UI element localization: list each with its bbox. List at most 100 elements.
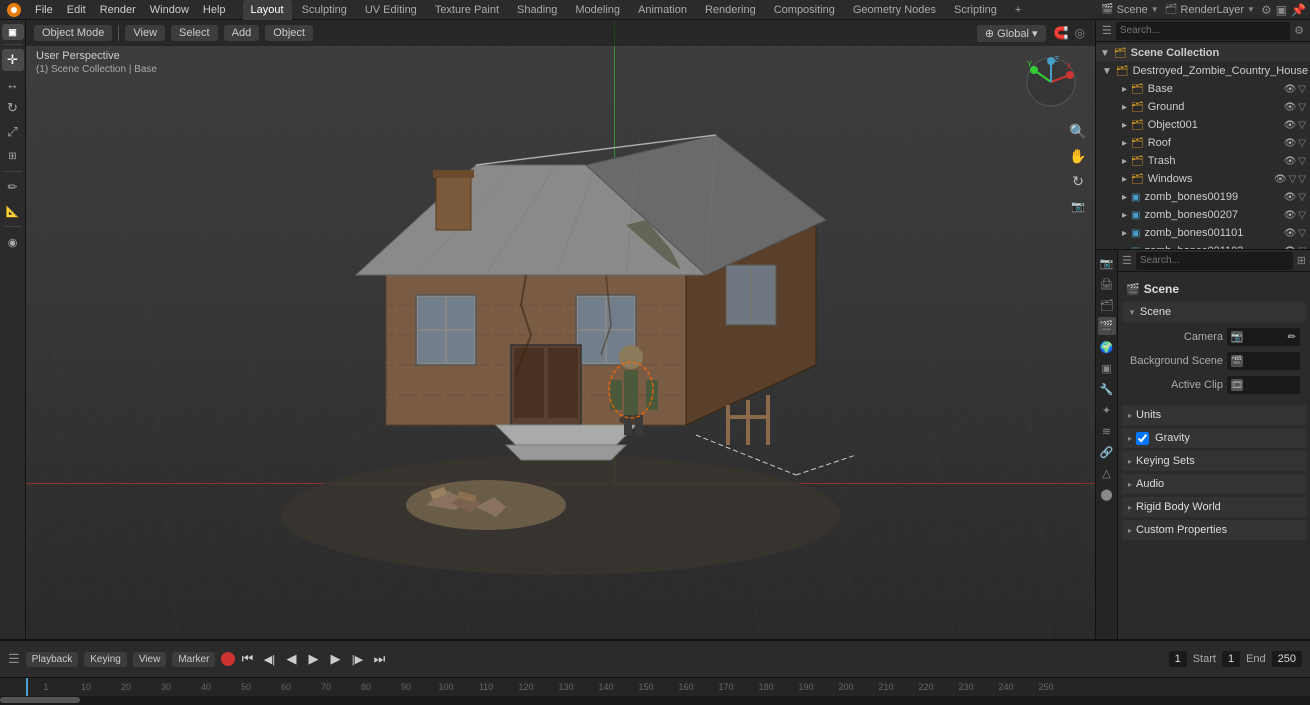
view-menu-btn[interactable]: View xyxy=(125,25,165,41)
constraints-tab[interactable]: 🔗 xyxy=(1098,443,1116,461)
filter-icon[interactable]: ▽ xyxy=(1298,84,1306,95)
active-clip-value[interactable]: 🎞 xyxy=(1227,376,1300,394)
workspace-layout[interactable]: Layout xyxy=(243,0,292,20)
start-frame-input[interactable]: 1 xyxy=(1222,651,1240,667)
visibility-icon[interactable]: 👁 xyxy=(1284,192,1297,203)
object-props-tab[interactable]: ▣ xyxy=(1098,359,1116,377)
timeline-menu-icon[interactable]: ☰ xyxy=(8,651,20,667)
visibility-icon[interactable]: 👁 xyxy=(1284,228,1297,239)
step-prev-btn[interactable]: ◀ xyxy=(281,649,301,669)
workspace-animation[interactable]: Animation xyxy=(630,0,695,20)
marker-dropdown[interactable]: Marker xyxy=(172,652,215,667)
visibility-icon[interactable]: 👁 xyxy=(1284,102,1297,113)
blender-logo[interactable] xyxy=(4,0,24,20)
play-btn[interactable]: ▶ xyxy=(303,649,323,669)
viewport-gizmo[interactable]: X Y Z xyxy=(1024,55,1079,110)
object-data-tab[interactable]: △ xyxy=(1098,464,1116,482)
render-layer-selector[interactable]: 🗂 RenderLayer ▼ xyxy=(1165,4,1255,16)
add-object-tool[interactable]: ◉ xyxy=(2,231,24,253)
gravity-section-header[interactable]: ▸ Gravity xyxy=(1122,428,1306,448)
workspace-scripting[interactable]: Scripting xyxy=(946,0,1005,20)
menu-help[interactable]: Help xyxy=(196,0,233,20)
move-tool[interactable]: ↔ xyxy=(2,73,24,95)
menu-edit[interactable]: Edit xyxy=(60,0,93,20)
menu-file[interactable]: File xyxy=(28,0,60,20)
proportional-edit[interactable]: ◎ xyxy=(1073,24,1087,42)
visibility-icon[interactable]: 👁 xyxy=(1284,138,1297,149)
menu-window[interactable]: Window xyxy=(143,0,196,20)
outliner-item-base[interactable]: ▸ 🗂 Base 👁 ▽ xyxy=(1096,80,1310,98)
jump-next-keyframe-btn[interactable]: |▶ xyxy=(347,649,367,669)
pin-icon[interactable]: 📌 xyxy=(1291,3,1306,17)
keying-sets-header[interactable]: ▸ Keying Sets xyxy=(1122,451,1306,471)
workspace-geometry-nodes[interactable]: Geometry Nodes xyxy=(845,0,944,20)
snap-toggle[interactable]: 🧲 xyxy=(1052,24,1071,42)
scene-props-tab[interactable]: 🎬 xyxy=(1098,317,1116,335)
viewport-3d[interactable]: Object Mode View Select Add Object ⊕ Glo… xyxy=(26,20,1095,639)
filter-icon[interactable]: ▽ xyxy=(1298,246,1306,250)
outliner-item-object001[interactable]: ▸ 🗂 Object001 👁 ▽ xyxy=(1096,116,1310,134)
workspace-shading[interactable]: Modeling xyxy=(567,0,628,20)
menu-render[interactable]: Render xyxy=(93,0,143,20)
outliner-search-input[interactable] xyxy=(1116,22,1290,40)
props-pin-icon[interactable]: ⊞ xyxy=(1297,254,1306,267)
scene-collection-item[interactable]: ▼ 🗂 Scene Collection xyxy=(1096,44,1310,62)
add-workspace-button[interactable]: + xyxy=(1007,0,1029,20)
view-dropdown[interactable]: View xyxy=(133,652,167,667)
jump-start-btn[interactable]: ⏮ xyxy=(237,649,257,669)
workspace-compositing[interactable]: Compositing xyxy=(766,0,843,20)
outliner-item-roof[interactable]: ▸ 🗂 Roof 👁 ▽ xyxy=(1096,134,1310,152)
physics-tab[interactable]: ≋ xyxy=(1098,422,1116,440)
outliner-item-windows[interactable]: ▸ 🗂 Windows 👁 ▽ ▽ xyxy=(1096,170,1310,188)
workspace-uv-editing[interactable]: Texture Paint xyxy=(427,0,507,20)
outliner-item-zomb1101[interactable]: ▸ ▣ zomb_bones001101 👁 ▽ xyxy=(1096,224,1310,242)
modifier-props-tab[interactable]: 🔧 xyxy=(1098,380,1116,398)
rigid-body-header[interactable]: ▸ Rigid Body World xyxy=(1122,497,1306,517)
visibility-icon[interactable]: 👁 xyxy=(1274,174,1287,185)
outliner-item-destroyed[interactable]: ▼ 🗂 Destroyed_Zombie_Country_House 👁 📷 xyxy=(1096,62,1310,80)
camera-value[interactable]: 📷 ✏ xyxy=(1227,328,1300,346)
end-frame-input[interactable]: 250 xyxy=(1272,651,1302,667)
workspace-sculpting[interactable]: UV Editing xyxy=(357,0,425,20)
world-props-tab[interactable]: 🌍 xyxy=(1098,338,1116,356)
timeline-scroll-thumb[interactable] xyxy=(0,697,80,703)
visibility-icon[interactable]: 👁 xyxy=(1284,210,1297,221)
view-layer-tab[interactable]: 🗂 xyxy=(1098,296,1116,314)
rotate-tool[interactable]: ↻ xyxy=(2,97,24,119)
output-props-tab[interactable]: 🖨 xyxy=(1098,275,1116,293)
workspace-rendering[interactable]: Rendering xyxy=(697,0,764,20)
filter-icon[interactable]: ▽ xyxy=(1298,210,1306,221)
workspace-modeling[interactable]: Sculpting xyxy=(294,0,355,20)
timeline-playhead[interactable] xyxy=(26,678,28,696)
outliner-item-zomb199[interactable]: ▸ ▣ zomb_bones00199 👁 ▽ xyxy=(1096,188,1310,206)
hand-pan-btn[interactable]: ✋ xyxy=(1067,145,1089,167)
audio-section-header[interactable]: ▸ Audio xyxy=(1122,474,1306,494)
properties-search-input[interactable] xyxy=(1136,252,1293,270)
camera-view-btn[interactable]: 📷 xyxy=(1067,195,1089,217)
cursor-tool[interactable]: ✛ xyxy=(2,49,24,71)
outliner-filter-icon[interactable]: ⚙ xyxy=(1294,24,1304,37)
scene-selector[interactable]: 🎬 Scene ▼ xyxy=(1101,4,1159,16)
filter-icon[interactable]: ▽ xyxy=(1298,102,1306,113)
filter-icon[interactable]: ▽ xyxy=(1298,138,1306,149)
jump-prev-keyframe-btn[interactable]: ◀| xyxy=(259,649,279,669)
measure-tool[interactable]: 📐 xyxy=(2,200,24,222)
filter-icon[interactable]: ▽ xyxy=(1298,192,1306,203)
viewport-options-icon[interactable]: ⚙ xyxy=(1261,3,1272,17)
orbit-btn[interactable]: ↻ xyxy=(1067,170,1089,192)
transform-dropdown[interactable]: ⊕ Global ▾ xyxy=(977,25,1046,42)
bg-scene-value[interactable]: 🎬 xyxy=(1227,352,1300,370)
outliner-item-zomb1102[interactable]: ▸ ▣ zomb_bones001102 👁 ▽ xyxy=(1096,242,1310,249)
camera-edit-btn[interactable]: ✏ xyxy=(1288,332,1296,343)
material-tab[interactable]: ⬤ xyxy=(1098,485,1116,503)
jump-end-btn[interactable]: ⏭ xyxy=(369,649,389,669)
mode-selector[interactable]: ▣ xyxy=(2,24,24,40)
particles-tab[interactable]: ✦ xyxy=(1098,401,1116,419)
filter-icon[interactable]: ▽ xyxy=(1298,228,1306,239)
scale-tool[interactable]: ⤢ xyxy=(2,121,24,143)
transform-tool[interactable]: ⊞ xyxy=(2,145,24,167)
object-menu-btn[interactable]: Object xyxy=(265,25,313,41)
timeline-scrollbar[interactable] xyxy=(0,696,1310,704)
editor-type-icon[interactable]: ▣ xyxy=(1276,3,1287,17)
record-button[interactable] xyxy=(221,652,235,666)
